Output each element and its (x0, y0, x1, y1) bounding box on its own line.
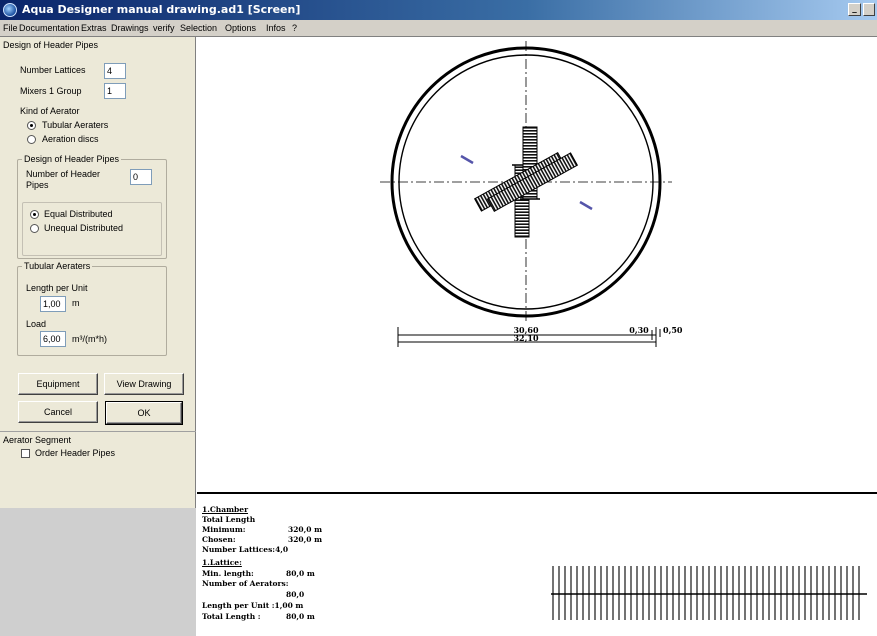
total-length-value: 80,0 m (286, 612, 315, 621)
dimension-label: 0,30 (629, 325, 649, 335)
number-lattices-input[interactable] (104, 63, 126, 79)
menu-file[interactable]: File (3, 23, 18, 33)
order-header-pipes-label: Order Header Pipes (35, 448, 116, 458)
length-per-unit-line: Length per Unit :1,00 m (202, 601, 304, 610)
total-length-heading: Total Length (202, 515, 256, 524)
mixer-mark (579, 200, 593, 211)
distribution-subgroup: Equal Distributed Unequal Distributed (22, 202, 162, 256)
min-length-value: 80,0 m (286, 569, 315, 578)
number-header-label: Number of Header (26, 169, 101, 179)
chamber-title: 1.Chamber (202, 505, 249, 514)
menu-extras[interactable]: Extras (81, 23, 107, 33)
lattice-title: 1.Lattice: (202, 558, 242, 567)
number-header-label-2: Pipes (26, 180, 49, 190)
drawing-canvas: 30,60 32,10 0,30 0,50 (197, 37, 877, 492)
menu-help[interactable]: ? (292, 23, 297, 33)
tubular-aeraters-group: Tubular Aeraters Length per Unit m Load … (17, 261, 167, 356)
load-input[interactable] (40, 331, 66, 347)
menu-drawings[interactable]: Drawings (111, 23, 149, 33)
number-aerators-value: 80,0 (286, 590, 305, 599)
aerator-segment-label: Aerator Segment (3, 435, 72, 445)
length-per-unit-label: Length per Unit (26, 283, 88, 293)
report-area: 1.Chamber Total Length Minimum: 320,0 m … (197, 494, 877, 636)
tubular-group-title: Tubular Aeraters (22, 261, 93, 271)
length-per-unit-input[interactable] (40, 296, 66, 312)
load-unit-label: m³/(m*h) (72, 334, 107, 344)
app-icon[interactable] (3, 3, 17, 17)
header-pipes-group: Design of Header Pipes Number of Header … (17, 154, 167, 259)
tubular-aeraters-label: Tubular Aeraters (42, 120, 109, 130)
header-pipes-group-title: Design of Header Pipes (22, 154, 122, 164)
number-aerators-label: Number of Aerators: (202, 579, 289, 588)
number-lattices-label: Number Lattices (20, 65, 86, 75)
cancel-button[interactable]: Cancel (18, 401, 98, 423)
panel-heading: Design of Header Pipes (3, 40, 99, 50)
kind-of-aerator-label: Kind of Aerator (20, 106, 80, 116)
ok-button[interactable]: OK (105, 401, 183, 425)
chosen-label: Chosen: (202, 535, 236, 544)
menu-selection[interactable]: Selection (180, 23, 217, 33)
menu-infos[interactable]: Infos (266, 23, 286, 33)
menu-documentation[interactable]: Documentation (19, 23, 80, 33)
unequal-distributed-label: Unequal Distributed (44, 223, 124, 233)
unequal-distributed-radio[interactable] (30, 224, 39, 233)
design-panel: Design of Header Pipes Number Lattices M… (0, 37, 196, 508)
window-control-button[interactable] (863, 3, 875, 16)
menu-options[interactable]: Options (225, 23, 256, 33)
view-drawing-button[interactable]: View Drawing (104, 373, 184, 395)
menu-verify[interactable]: verify (153, 23, 175, 33)
minimum-label: Minimum: (202, 525, 246, 534)
tank-drawing: 30,60 32,10 0,30 0,50 (380, 41, 683, 347)
chosen-value: 320,0 m (288, 535, 323, 544)
total-length-label: Total Length : (202, 612, 261, 621)
aeration-discs-label: Aeration discs (42, 134, 99, 144)
number-lattices-line: Number Lattices:4,0 (202, 545, 289, 554)
mixer-mark (460, 154, 474, 165)
left-empty-area (0, 508, 196, 636)
mixers-input[interactable] (104, 83, 126, 99)
minimize-button[interactable]: _ (848, 3, 861, 16)
window-title: Aqua Designer manual drawing.ad1 [Screen… (22, 3, 301, 16)
tubular-aeraters-radio[interactable] (27, 121, 36, 130)
equipment-button[interactable]: Equipment (18, 373, 98, 395)
lattice-detail-drawing (551, 566, 867, 620)
menu-bar: File Documentation Extras Drawings verif… (0, 20, 877, 37)
title-bar: Aqua Designer manual drawing.ad1 [Screen… (0, 0, 877, 20)
dimension-label: 32,10 (513, 333, 538, 343)
min-length-label: Min. length: (202, 569, 254, 578)
minimum-value: 320,0 m (288, 525, 323, 534)
aeration-discs-radio[interactable] (27, 135, 36, 144)
order-header-pipes-checkbox[interactable] (21, 449, 30, 458)
panel-separator (0, 431, 196, 432)
load-label: Load (26, 319, 47, 329)
equal-distributed-radio[interactable] (30, 210, 39, 219)
number-header-pipes-input[interactable] (130, 169, 152, 185)
equal-distributed-label: Equal Distributed (44, 209, 113, 219)
mixers-label: Mixers 1 Group (20, 86, 82, 96)
dimension-label: 0,50 (663, 325, 683, 335)
length-unit-label: m (72, 298, 80, 308)
